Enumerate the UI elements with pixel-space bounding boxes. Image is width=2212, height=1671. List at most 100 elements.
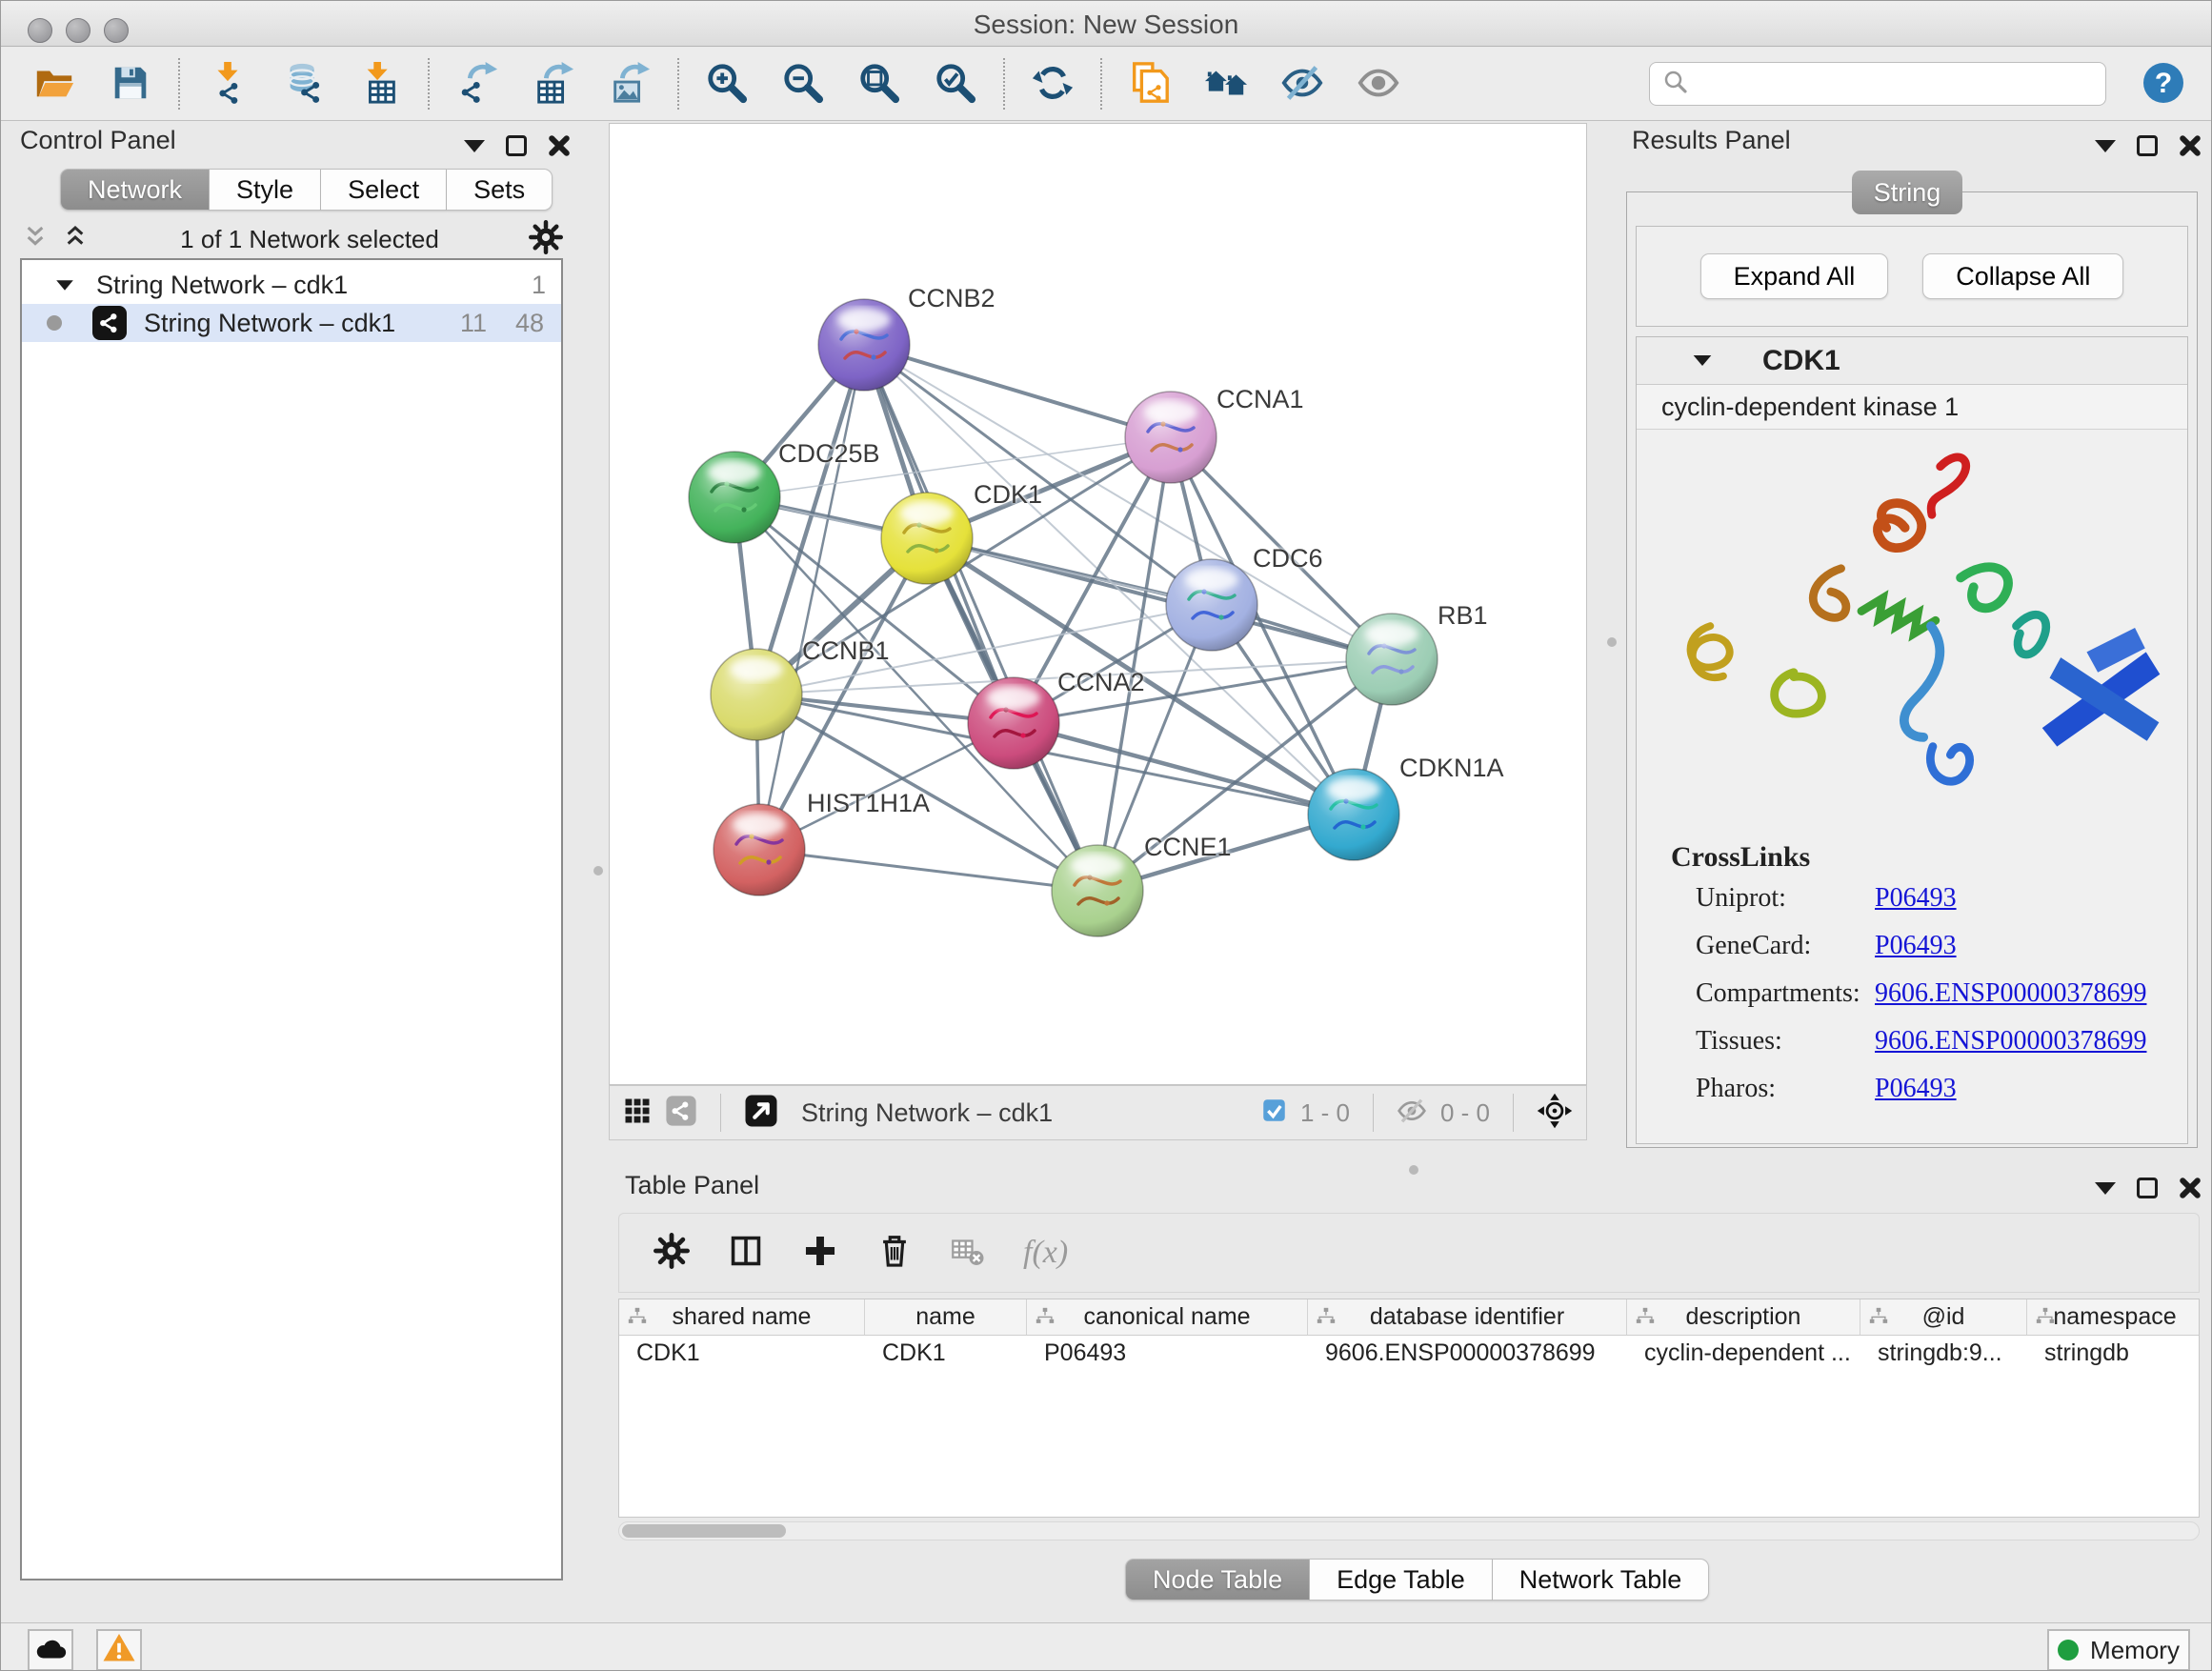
export-network-button[interactable] <box>452 59 502 109</box>
expand-all-button[interactable]: Expand All <box>1700 253 1889 299</box>
column-header-canonical-name[interactable]: canonical name <box>1027 1299 1308 1335</box>
network-options-gear-icon[interactable] <box>529 220 563 259</box>
bottom-splitter-handle[interactable] <box>1409 1165 1418 1175</box>
column-header-description[interactable]: description <box>1627 1299 1860 1335</box>
open-session-button[interactable] <box>30 59 79 109</box>
cloud-button[interactable] <box>28 1629 73 1671</box>
table-options-gear-icon[interactable] <box>654 1233 690 1274</box>
tab-edge-table[interactable]: Edge Table <box>1310 1559 1493 1601</box>
left-splitter-handle[interactable] <box>593 866 603 876</box>
network-node-CCNE1[interactable] <box>1052 845 1143 936</box>
network-node-CDC25B[interactable] <box>689 452 780 543</box>
tab-sets[interactable]: Sets <box>447 169 553 211</box>
table-cell: 9606.ENSP00000378699 <box>1308 1339 1627 1367</box>
show-columns-icon[interactable] <box>728 1233 764 1274</box>
import-network-button[interactable] <box>203 59 252 109</box>
detach-view-icon[interactable] <box>744 1094 778 1133</box>
network-node-RB1[interactable] <box>1346 614 1438 705</box>
save-session-button[interactable] <box>106 59 155 109</box>
network-node-CDK1[interactable] <box>881 493 973 584</box>
network-node-CCNA1[interactable] <box>1125 392 1217 483</box>
collapse-all-networks-icon[interactable] <box>20 222 50 257</box>
collapse-all-button[interactable]: Collapse All <box>1922 253 2123 299</box>
control-panel-maximize-icon[interactable] <box>506 135 527 156</box>
selected-checkbox-icon[interactable] <box>1261 1097 1287 1128</box>
search-input[interactable] <box>1699 70 2094 99</box>
add-column-icon[interactable] <box>802 1233 838 1274</box>
network-collection-row[interactable]: String Network – cdk1 1 <box>22 266 561 304</box>
column-header-shared-name[interactable]: shared name <box>619 1299 865 1335</box>
table-horizontal-scrollbar[interactable] <box>618 1521 2200 1540</box>
crosslink-value-link[interactable]: P06493 <box>1875 1074 1957 1104</box>
crosslink-value-link[interactable]: 9606.ENSP00000378699 <box>1875 1026 2146 1057</box>
results-panel-maximize-icon[interactable] <box>2137 135 2158 156</box>
network-row-selected[interactable]: String Network – cdk1 11 48 <box>22 304 561 342</box>
scrollbar-thumb[interactable] <box>622 1524 786 1538</box>
zoom-fit-button[interactable] <box>855 59 904 109</box>
export-table-button[interactable] <box>529 59 578 109</box>
network-view-share-icon[interactable] <box>665 1095 697 1132</box>
home-button[interactable] <box>1201 59 1251 109</box>
import-database-button[interactable] <box>279 59 329 109</box>
tree-expander-icon[interactable] <box>56 280 73 290</box>
tab-network-table[interactable]: Network Table <box>1493 1559 1710 1601</box>
network-node-CCNB1[interactable] <box>711 649 802 740</box>
edge-CCNB2-HIST1H1A[interactable] <box>759 345 864 850</box>
birds-eye-view-icon[interactable] <box>1537 1093 1573 1134</box>
results-panel-close-icon[interactable] <box>2179 134 2202 157</box>
column-header-namespace[interactable]: namespace <box>2027 1299 2200 1335</box>
warnings-button[interactable] <box>96 1629 142 1671</box>
tab-network[interactable]: Network <box>60 169 210 211</box>
grid-view-icon[interactable] <box>623 1097 652 1130</box>
crosslink-value-link[interactable]: P06493 <box>1875 931 1957 961</box>
expand-all-networks-icon[interactable] <box>60 222 90 257</box>
network-node-CDC6[interactable] <box>1166 559 1257 651</box>
refresh-layout-button[interactable] <box>1028 59 1077 109</box>
import-table-icon <box>358 61 402 108</box>
tab-style[interactable]: Style <box>210 169 321 211</box>
table-panel-maximize-icon[interactable] <box>2137 1178 2158 1198</box>
network-node-count: 11 <box>460 309 487 338</box>
column-header-name[interactable]: name <box>865 1299 1027 1335</box>
import-table-button[interactable] <box>355 59 405 109</box>
results-panel-float-icon[interactable] <box>2095 140 2116 152</box>
edge-CCNB2-CCNA1[interactable] <box>864 345 1171 437</box>
crosslink-value-link[interactable]: P06493 <box>1875 883 1957 914</box>
show-items-button[interactable] <box>1354 59 1403 109</box>
edge-HIST1H1A-CCNE1[interactable] <box>759 850 1097 891</box>
crosslink-label: Tissues: <box>1696 1026 1875 1057</box>
hide-items-button[interactable] <box>1277 59 1327 109</box>
memory-button[interactable]: Memory <box>2047 1629 2190 1671</box>
column-header--id[interactable]: @id <box>1860 1299 2027 1335</box>
network-node-HIST1H1A[interactable] <box>714 804 805 896</box>
search-box[interactable] <box>1649 62 2106 106</box>
delete-column-icon[interactable] <box>876 1233 913 1274</box>
network-node-CCNA2[interactable] <box>968 677 1059 769</box>
network-canvas[interactable]: CCNB2CCNA1CDC25BCDK1CDC6RB1CCNB1CCNA2CDK… <box>609 123 1587 1085</box>
title-bar: Session: New Session <box>1 1 2211 47</box>
help-button[interactable]: ? <box>2139 59 2188 109</box>
table-row[interactable]: CDK1CDK1P064939606.ENSP00000378699cyclin… <box>619 1336 2199 1370</box>
control-panel-close-icon[interactable] <box>548 134 571 157</box>
zoom-selected-button[interactable] <box>931 59 980 109</box>
clone-network-button[interactable] <box>1125 59 1175 109</box>
zoom-in-button[interactable] <box>702 59 752 109</box>
tab-string[interactable]: String <box>1852 171 1962 214</box>
network-node-CCNB2[interactable] <box>818 299 910 391</box>
zoom-out-button[interactable] <box>778 59 828 109</box>
crosslink-value-link[interactable]: 9606.ENSP00000378699 <box>1875 978 2146 1009</box>
export-image-button[interactable] <box>605 59 654 109</box>
tab-node-table[interactable]: Node Table <box>1125 1559 1310 1601</box>
column-header-database-identifier[interactable]: database identifier <box>1308 1299 1627 1335</box>
right-splitter-handle[interactable] <box>1607 637 1617 647</box>
network-node-CDKN1A[interactable] <box>1308 769 1399 860</box>
protein-card-header[interactable]: CDK1 <box>1637 337 2187 385</box>
table-panel-float-icon[interactable] <box>2095 1182 2116 1195</box>
tab-select[interactable]: Select <box>321 169 447 211</box>
table-panel-close-icon[interactable] <box>2179 1177 2202 1199</box>
control-panel-title: Control Panel <box>20 126 176 155</box>
hidden-items-icon[interactable] <box>1397 1096 1427 1131</box>
show-items-icon <box>1357 61 1400 108</box>
control-panel-float-icon[interactable] <box>464 140 485 152</box>
protein-collapse-icon[interactable] <box>1694 355 1712 366</box>
